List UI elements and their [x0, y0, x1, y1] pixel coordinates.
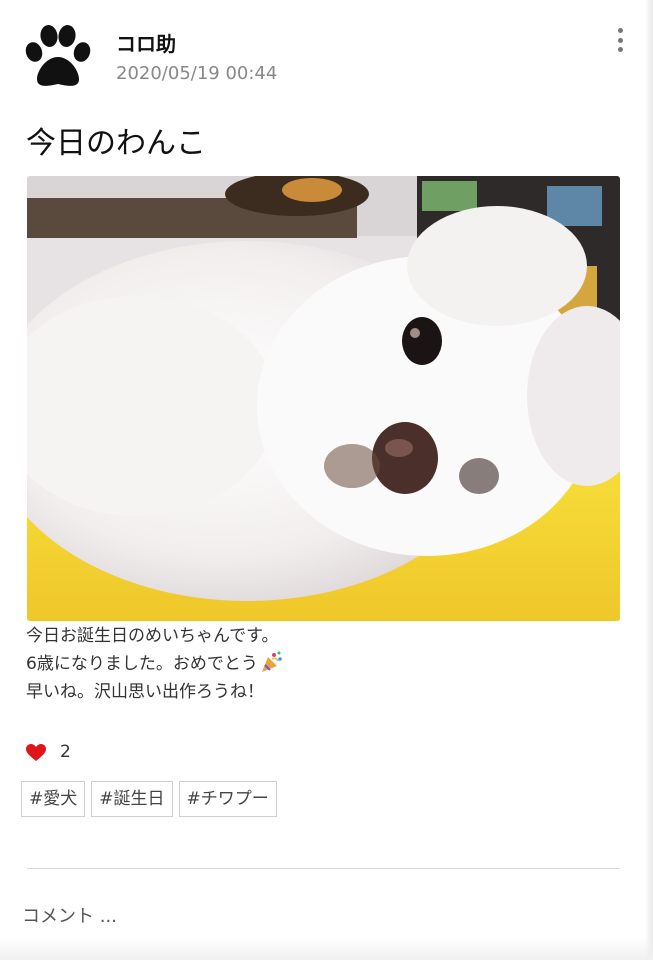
post-body: 今日お誕生日のめいちゃんです。 6歳になりました。おめでとう 早いね。沢山思い出…: [26, 622, 284, 706]
post-body-line: 早いね。沢山思い出作ろうね！: [26, 682, 264, 702]
post-body-line: 6歳になりました。おめでとう: [26, 650, 284, 678]
post-photo[interactable]: [27, 176, 620, 621]
post-header: コロ助 2020/05/19 00:44: [22, 24, 632, 94]
author-name[interactable]: コロ助: [116, 28, 176, 57]
paw-print-icon[interactable]: [22, 24, 94, 90]
bottom-shadow: [0, 938, 653, 960]
comment-input[interactable]: [18, 896, 626, 936]
tag-aiken[interactable]: #愛犬: [21, 781, 86, 817]
post-title: 今日のわんこ: [26, 126, 206, 161]
like-count: 2: [60, 742, 71, 762]
divider: [27, 868, 620, 869]
tag-list: #愛犬 #誕生日 #チワプー: [21, 781, 283, 817]
heart-icon[interactable]: [26, 744, 46, 762]
post-timestamp: 2020/05/19 00:44: [116, 63, 278, 84]
more-vertical-icon[interactable]: [614, 28, 626, 52]
page-edge-shadow: [645, 0, 653, 960]
tag-birthday[interactable]: #誕生日: [91, 781, 173, 817]
tag-chipoo[interactable]: #チワプー: [178, 781, 277, 817]
post-body-line: 今日お誕生日のめいちゃんです。: [26, 626, 279, 646]
party-popper-icon: [260, 651, 284, 673]
